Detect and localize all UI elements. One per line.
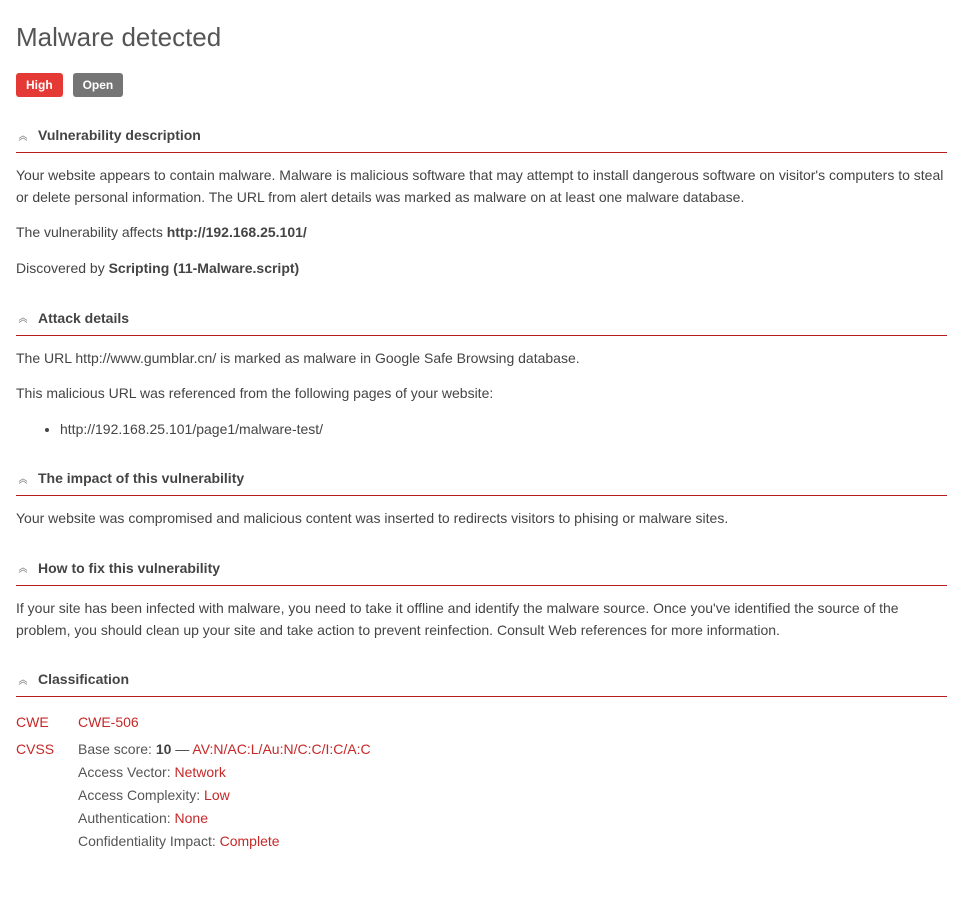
cvss-vector-link[interactable]: AV:N/AC:L/Au:N/C:C/I:C/A:C bbox=[192, 741, 370, 757]
classification-row-cvss: CVSS Base score: 10 — AV:N/AC:L/Au:N/C:C… bbox=[16, 736, 371, 857]
section-header-description[interactable]: Vulnerability description bbox=[16, 119, 947, 153]
base-score-prefix: Base score: bbox=[78, 741, 156, 757]
cwe-label: CWE bbox=[16, 709, 78, 736]
metric-value: Network bbox=[174, 764, 225, 780]
section-title: Attack details bbox=[38, 308, 129, 329]
section-header-fix[interactable]: How to fix this vulnerability bbox=[16, 552, 947, 586]
description-affects: The vulnerability affects http://192.168… bbox=[16, 222, 947, 244]
cvss-metric: Access Complexity: Low bbox=[78, 785, 371, 806]
discovered-by: Scripting (11-Malware.script) bbox=[109, 260, 300, 276]
cvss-metric: Confidentiality Impact: Complete bbox=[78, 831, 371, 852]
cvss-metric: Access Vector: Network bbox=[78, 762, 371, 783]
base-score-sep: — bbox=[171, 741, 192, 757]
status-badge: Open bbox=[73, 73, 124, 97]
fix-text: If your site has been infected with malw… bbox=[16, 598, 947, 641]
section-title: Classification bbox=[38, 669, 129, 690]
page-title: Malware detected bbox=[16, 18, 947, 57]
cvss-metric: Authentication: None bbox=[78, 808, 371, 829]
section-title: How to fix this vulnerability bbox=[38, 558, 220, 579]
metric-value: None bbox=[175, 810, 208, 826]
metric-label: Access Vector: bbox=[78, 764, 174, 780]
discovered-prefix: Discovered by bbox=[16, 260, 109, 276]
section-title: Vulnerability description bbox=[38, 125, 201, 146]
classification-row-cwe: CWE CWE-506 bbox=[16, 709, 371, 736]
metric-label: Authentication: bbox=[78, 810, 175, 826]
affects-url: http://192.168.25.101/ bbox=[167, 224, 307, 240]
collapse-icon bbox=[16, 315, 30, 321]
section-title: The impact of this vulnerability bbox=[38, 468, 244, 489]
metric-value: Low bbox=[204, 787, 230, 803]
section-header-classification[interactable]: Classification bbox=[16, 663, 947, 697]
base-score-value: 10 bbox=[156, 741, 172, 757]
metric-label: Confidentiality Impact: bbox=[78, 833, 220, 849]
collapse-icon bbox=[16, 677, 30, 683]
cvss-base-line: Base score: 10 — AV:N/AC:L/Au:N/C:C/I:C/… bbox=[78, 739, 371, 760]
description-intro: Your website appears to contain malware.… bbox=[16, 165, 947, 208]
attack-refs-list: http://192.168.25.101/page1/malware-test… bbox=[16, 419, 947, 440]
cvss-label: CVSS bbox=[16, 736, 78, 857]
collapse-icon bbox=[16, 476, 30, 482]
severity-badge: High bbox=[16, 73, 63, 97]
metric-label: Access Complexity: bbox=[78, 787, 204, 803]
attack-line-1: The URL http://www.gumblar.cn/ is marked… bbox=[16, 348, 947, 370]
description-discovered: Discovered by Scripting (11-Malware.scri… bbox=[16, 258, 947, 280]
metric-value: Complete bbox=[220, 833, 280, 849]
section-header-impact[interactable]: The impact of this vulnerability bbox=[16, 462, 947, 496]
badge-row: High Open bbox=[16, 73, 947, 97]
collapse-icon bbox=[16, 565, 30, 571]
list-item: http://192.168.25.101/page1/malware-test… bbox=[60, 419, 947, 440]
affects-prefix: The vulnerability affects bbox=[16, 224, 167, 240]
section-header-attack[interactable]: Attack details bbox=[16, 302, 947, 336]
classification-table: CWE CWE-506 CVSS Base score: 10 — AV:N/A… bbox=[16, 709, 371, 857]
impact-text: Your website was compromised and malicio… bbox=[16, 508, 947, 530]
attack-line-2: This malicious URL was referenced from t… bbox=[16, 383, 947, 405]
collapse-icon bbox=[16, 133, 30, 139]
